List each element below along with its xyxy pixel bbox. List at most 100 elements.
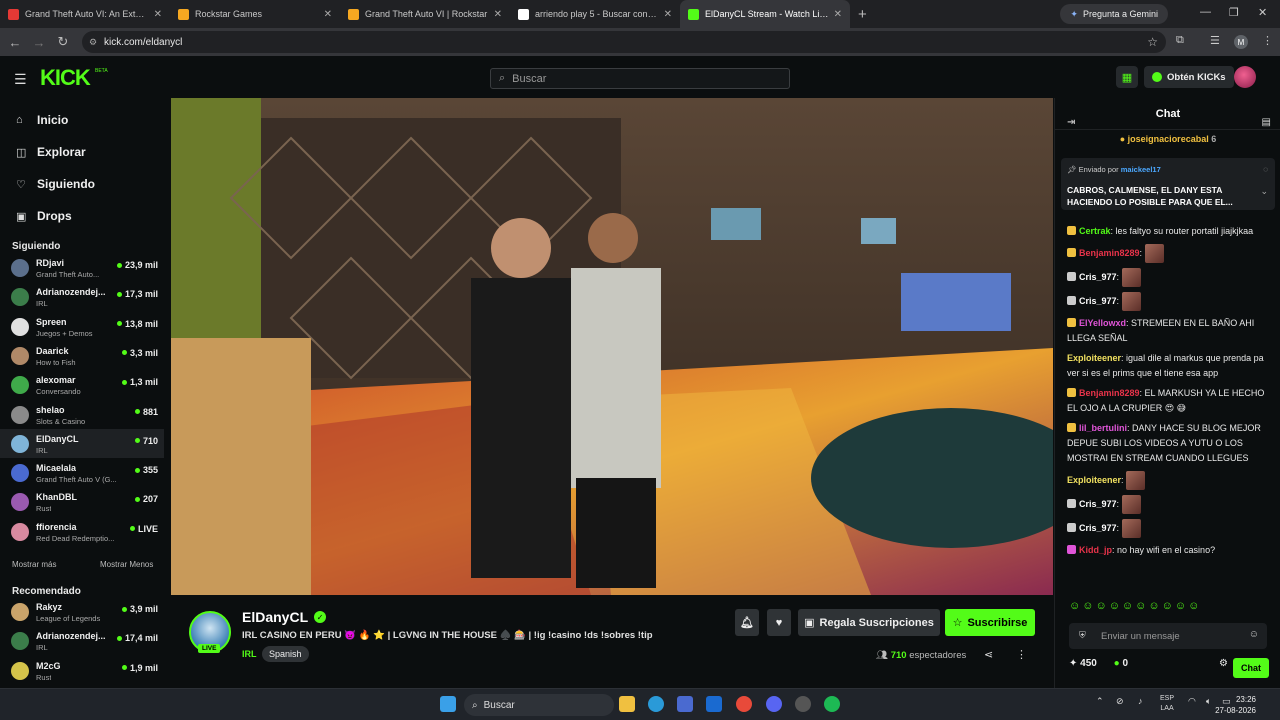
sidebar-channel-item[interactable]: KhanDBL Rust 207 — [0, 487, 164, 516]
gemini-button[interactable]: ✦ Pregunta a Gemini — [1060, 4, 1168, 24]
chat-username[interactable]: Benjamin8289 — [1079, 248, 1140, 258]
maximize-icon[interactable]: ❐ — [1229, 6, 1239, 19]
nav-item-siguiendo[interactable]: ♡ Siguiendo — [0, 168, 164, 200]
close-tab-icon[interactable]: ✕ — [664, 9, 672, 20]
chat-username[interactable]: Cris_977 — [1079, 272, 1117, 282]
close-window-icon[interactable]: ✕ — [1258, 6, 1267, 19]
store-icon[interactable] — [677, 696, 693, 712]
chat-username[interactable]: ElYellowxd — [1079, 318, 1126, 328]
user-badge-icon — [1067, 247, 1076, 257]
nav-item-explorar[interactable]: ◫ Explorar — [0, 136, 164, 168]
browser-tab[interactable]: ElDanyCL Stream - Watch Live on ✕ — [680, 0, 850, 28]
video-player[interactable] — [171, 98, 1053, 595]
follow-heart-icon[interactable]: ♥ — [767, 609, 791, 636]
chat-username[interactable]: Cris_977 — [1079, 296, 1117, 306]
channel-category: IRL — [36, 445, 48, 455]
back-icon[interactable]: ← — [3, 35, 27, 50]
browser-tab[interactable]: Grand Theft Auto VI: An Extended ✕ — [0, 0, 170, 28]
clock[interactable]: 23:26 27-08-2026 — [1215, 694, 1256, 716]
sidebar-channel-item[interactable]: Spreen Juegos + Demos 13,8 mil — [0, 312, 164, 341]
share-icon[interactable]: ⋖ — [984, 648, 993, 661]
mic-icon[interactable]: ♪ — [1138, 696, 1143, 706]
browser-tab[interactable]: Grand Theft Auto VI | Rockstar ✕ — [340, 0, 510, 28]
user-avatar[interactable] — [1234, 66, 1256, 88]
close-tab-icon[interactable]: ✕ — [834, 9, 842, 20]
sidebar-channel-item[interactable]: M2cG Rust 1,9 mil — [0, 656, 164, 685]
emote-bar[interactable]: ☺☺☺☺☺☺☺☺☺☺ — [1069, 600, 1201, 612]
user-badge-icon — [1067, 388, 1076, 397]
chat-username[interactable]: Certrak — [1079, 226, 1111, 236]
input-language[interactable]: ESP LAA — [1160, 694, 1174, 714]
pinned-message[interactable]: 📌︎ Enviado por maickeel17 CABROS, CALMEN… — [1061, 158, 1275, 210]
browser-tab[interactable]: Rockstar Games ✕ — [170, 0, 340, 28]
discord-icon[interactable] — [766, 696, 782, 712]
site-info-icon[interactable]: ⚙ — [89, 37, 97, 48]
profile-avatar[interactable]: M — [1234, 35, 1248, 49]
file-explorer-icon[interactable] — [619, 696, 635, 712]
sidebar-channel-item[interactable]: ffiorencia Red Dead Redemptio... LIVE — [0, 517, 164, 546]
show-less-link[interactable]: Mostrar Menos — [100, 560, 153, 569]
wifi-icon[interactable]: ◠ — [1188, 696, 1196, 707]
chat-username[interactable]: lil_bertulini — [1079, 423, 1127, 433]
new-tab-icon[interactable]: + — [858, 6, 867, 23]
sidebar-channel-item[interactable]: Adrianozendej... IRL 17,4 mil — [0, 626, 164, 655]
hamburger-menu-icon[interactable]: ☰ — [14, 71, 27, 88]
reload-icon[interactable]: ↻ — [51, 34, 75, 50]
sidebar-channel-item[interactable]: Micaelala Grand Theft Auto V (G... 355 — [0, 458, 164, 487]
nav-item-inicio[interactable]: ⌂ Inicio — [0, 104, 164, 136]
chevron-down-icon[interactable]: ⌄ — [1260, 186, 1268, 197]
chat-input[interactable]: ⛨ Enviar un mensaje ☺ — [1069, 623, 1267, 649]
sidebar-channel-item[interactable]: RDjavi Grand Theft Auto... 23,9 mil — [0, 253, 164, 282]
steam-icon[interactable] — [795, 696, 811, 712]
bookmark-star-icon[interactable]: ☆ — [1147, 35, 1158, 49]
url-field[interactable]: ⚙ kick.com/eldanycl ☆ — [82, 31, 1166, 53]
sidebar-channel-item[interactable]: Rakyz League of Legends 3,9 mil — [0, 597, 164, 626]
close-tab-icon[interactable]: ✕ — [324, 9, 332, 20]
get-kicks-button[interactable]: Obtén KICKs — [1144, 66, 1234, 88]
sidebar-channel-item[interactable]: shelao Slots & Casino 881 — [0, 400, 164, 429]
notification-bell-icon[interactable]: 🔔︎ — [735, 609, 759, 636]
nav-item-drops[interactable]: ▣ Drops — [0, 200, 164, 232]
chat-username[interactable]: Cris_977 — [1079, 499, 1117, 509]
extensions-icon[interactable]: ⧉ — [1176, 34, 1184, 47]
sidebar-channel-item[interactable]: Daarick How to Fish 3,3 mil — [0, 341, 164, 370]
outlook-icon[interactable] — [706, 696, 722, 712]
streamer-name[interactable]: ElDanyCL ✓ — [242, 609, 327, 625]
show-more-link[interactable]: Mostrar más — [12, 560, 56, 569]
gift-subs-button[interactable]: ▣ Regala Suscripciones — [798, 609, 940, 636]
sidebar-channel-item[interactable]: alexomar Conversando 1,3 mil — [0, 370, 164, 399]
edge-icon[interactable] — [648, 696, 664, 712]
more-options-icon[interactable]: ⋮ — [1016, 648, 1027, 661]
close-tab-icon[interactable]: ✕ — [154, 9, 162, 20]
language-tag[interactable]: Spanish — [262, 646, 309, 662]
minimize-icon[interactable]: — — [1200, 6, 1211, 18]
chat-username[interactable]: Exploiteener — [1067, 475, 1121, 485]
chat-username[interactable]: Cris_977 — [1079, 523, 1117, 533]
hide-pin-icon[interactable]: ◌ — [1263, 165, 1268, 174]
sidebar-channel-item[interactable]: ElDanyCL IRL 710 — [0, 428, 164, 458]
volume-icon[interactable]: 🔈︎ — [1206, 696, 1211, 707]
chat-username[interactable]: Exploiteener — [1067, 353, 1121, 363]
forward-icon[interactable]: → — [27, 35, 51, 50]
emoji-icon[interactable]: ☺ — [1249, 629, 1259, 640]
reading-list-icon[interactable]: ☰ — [1210, 34, 1220, 47]
settings-gear-icon[interactable]: ⚙ — [1219, 658, 1228, 669]
search-input[interactable]: ⌕ Buscar — [490, 68, 790, 89]
chrome-icon[interactable] — [736, 696, 752, 712]
tray-chevron-icon[interactable]: ⌃ — [1096, 696, 1104, 707]
stream-category-link[interactable]: IRL — [242, 649, 257, 659]
browser-menu-icon[interactable]: ⋮ — [1262, 34, 1273, 47]
spotify-icon[interactable] — [824, 696, 840, 712]
send-chat-button[interactable]: Chat — [1233, 658, 1269, 678]
chat-username[interactable]: Kidd_jp — [1079, 545, 1112, 555]
dashboard-icon[interactable]: ▦ — [1116, 66, 1138, 88]
sidebar-channel-item[interactable]: Adrianozendej... IRL 17,3 mil — [0, 282, 164, 311]
browser-tab[interactable]: arriendo play 5 - Buscar con Google✕ — [510, 0, 680, 28]
subscribe-button[interactable]: ☆ Suscribirse — [945, 609, 1035, 636]
chat-username[interactable]: Benjamin8289 — [1079, 388, 1140, 398]
kick-logo[interactable]: KICK — [40, 65, 91, 91]
close-tab-icon[interactable]: ✕ — [494, 9, 502, 20]
network-off-icon[interactable]: ⊘ — [1116, 696, 1124, 707]
windows-start-icon[interactable] — [440, 696, 456, 712]
taskbar-search[interactable]: ⌕ Buscar — [464, 694, 614, 716]
